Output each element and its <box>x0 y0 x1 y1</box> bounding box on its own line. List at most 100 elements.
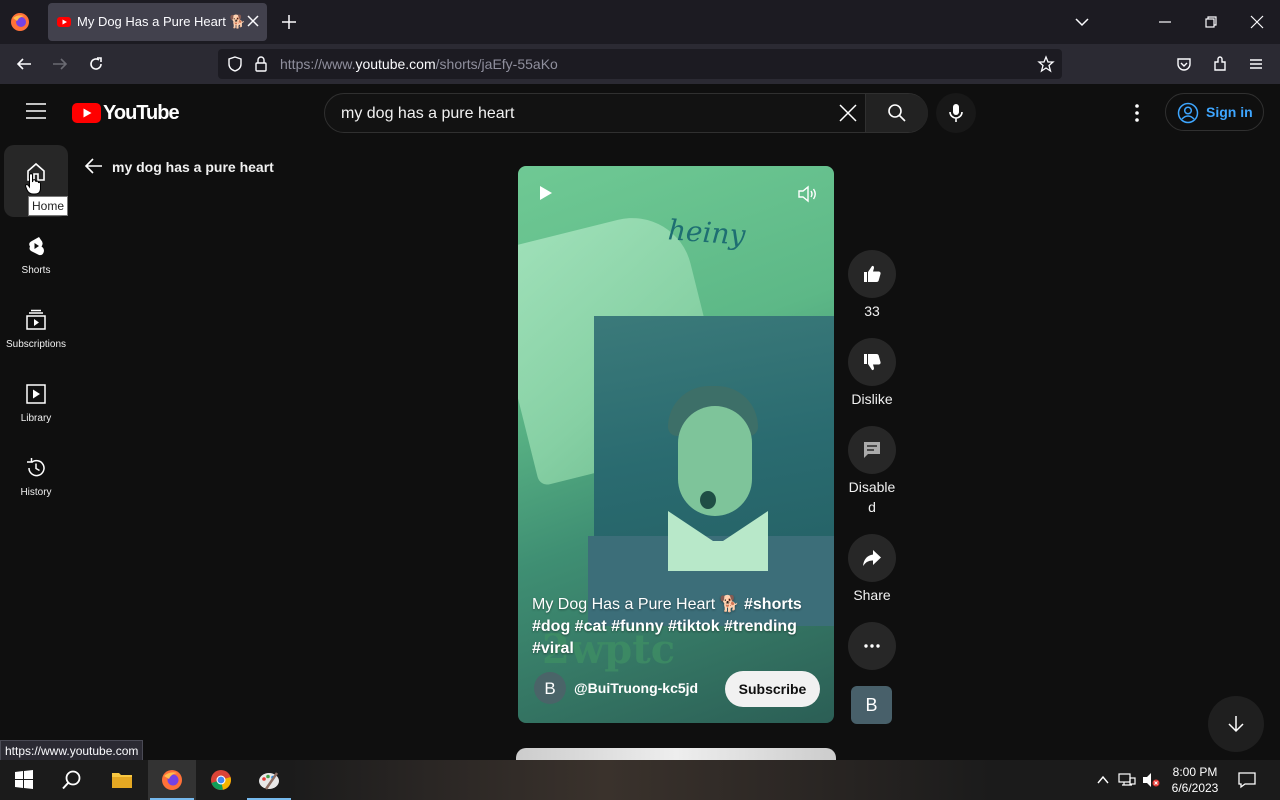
back-icon[interactable] <box>15 55 33 73</box>
guide-item-subscriptions[interactable]: Subscriptions <box>4 293 68 365</box>
thumbs-down-icon <box>864 354 881 371</box>
hand-cursor-icon <box>25 173 41 195</box>
search-query[interactable]: my dog has a pure heart <box>341 105 514 123</box>
lock-icon[interactable] <box>252 55 270 73</box>
more-actions-button[interactable] <box>848 622 896 670</box>
share-button[interactable] <box>848 534 896 582</box>
taskbar-wallpaper-strip <box>290 760 990 800</box>
tray-overflow-icon[interactable] <box>1096 773 1110 787</box>
comments-label: Disable d <box>848 479 896 515</box>
volume-icon[interactable] <box>796 183 818 205</box>
dislike-label: Dislike <box>851 391 893 407</box>
sign-in-label: Sign in <box>1206 104 1253 120</box>
bookmark-star-icon[interactable] <box>1037 55 1055 73</box>
forward-icon[interactable] <box>51 55 69 73</box>
share-label: Share <box>853 587 891 603</box>
short-video-player[interactable]: heiny 2wptc My Dog Has a Pure Heart 🐕 #s… <box>518 166 834 723</box>
volume-muted-icon[interactable] <box>1142 772 1160 788</box>
search-breadcrumb: my dog has a pure heart <box>112 159 274 175</box>
url-text: https://www.youtube.com/shorts/jaEfy-55a… <box>280 56 558 72</box>
search-button[interactable] <box>865 94 928 132</box>
tracking-shield-icon[interactable] <box>226 55 244 73</box>
guide-menu-icon[interactable] <box>26 103 46 119</box>
library-icon <box>25 383 47 405</box>
folder-icon <box>112 773 132 788</box>
comment-icon <box>864 442 880 458</box>
next-video-button[interactable] <box>1208 696 1264 752</box>
tab-title: My Dog Has a Pure Heart 🐕 #shorts <box>77 14 247 29</box>
history-icon <box>25 457 47 479</box>
home-tooltip: Home <box>28 196 69 216</box>
back-to-search[interactable]: my dog has a pure heart <box>84 156 274 176</box>
search-icon <box>62 770 81 790</box>
sign-in-button[interactable]: Sign in <box>1165 93 1264 131</box>
app-menu-icon[interactable] <box>1247 55 1265 73</box>
guide-label-shorts: Shorts <box>21 265 51 276</box>
url-bar[interactable]: https://www.youtube.com/shorts/jaEfy-55a… <box>218 49 1062 79</box>
start-button[interactable] <box>0 760 48 800</box>
clock-date: 6/6/2023 <box>1171 781 1219 795</box>
notifications-icon[interactable] <box>1238 771 1256 789</box>
like-count: 33 <box>864 303 880 319</box>
channel-avatar[interactable]: B <box>534 672 566 704</box>
guide-label-library: Library <box>20 413 52 424</box>
file-explorer-button[interactable] <box>98 760 146 800</box>
firefox-menu-icon[interactable] <box>10 12 30 32</box>
chrome-taskbar-button[interactable] <box>197 760 245 800</box>
windows-icon <box>15 770 33 789</box>
settings-more-icon[interactable] <box>1127 103 1147 123</box>
clock-time: 8:00 PM <box>1172 765 1218 779</box>
play-icon[interactable] <box>538 185 554 201</box>
dislike-button[interactable] <box>848 338 896 386</box>
minimize-icon[interactable] <box>1156 13 1174 31</box>
pocket-icon[interactable] <box>1175 55 1193 73</box>
clear-search-icon[interactable] <box>838 103 858 123</box>
windows-taskbar: 8:00 PM 6/6/2023 <box>0 760 1280 800</box>
channel-handle[interactable]: @BuiTruong-kc5jd <box>574 680 698 696</box>
browser-tab-bar: My Dog Has a Pure Heart 🐕 #shorts <box>0 0 1280 44</box>
voice-search-button[interactable] <box>936 93 976 133</box>
guide-label-history: History <box>20 487 52 498</box>
subscribe-button[interactable]: Subscribe <box>725 671 820 707</box>
search-input[interactable]: my dog has a pure heart <box>324 93 928 133</box>
paint-palette-icon <box>259 772 279 790</box>
microphone-icon <box>949 104 963 122</box>
list-all-tabs-icon[interactable] <box>1073 13 1091 31</box>
comments-button[interactable] <box>848 426 896 474</box>
close-window-icon[interactable] <box>1248 13 1266 31</box>
active-tab[interactable]: My Dog Has a Pure Heart 🐕 #shorts <box>48 3 267 41</box>
share-icon <box>863 550 881 566</box>
taskbar-search-button[interactable] <box>48 760 96 800</box>
firefox-taskbar-button[interactable] <box>148 760 196 800</box>
more-horizontal-icon <box>864 644 880 648</box>
new-tab-icon[interactable] <box>280 13 298 31</box>
youtube-page: YouTube my dog has a pure heart Sign in … <box>0 84 1280 768</box>
network-icon[interactable] <box>1118 772 1136 788</box>
youtube-logo[interactable]: YouTube <box>72 102 180 124</box>
caption-title: My Dog Has a Pure Heart 🐕 <box>532 596 744 613</box>
reload-icon[interactable] <box>87 55 105 73</box>
video-overlay-text: heiny <box>666 213 747 252</box>
video-caption[interactable]: My Dog Has a Pure Heart 🐕 #shorts #dog #… <box>532 594 820 660</box>
guide-item-history[interactable]: History <box>4 441 68 513</box>
youtube-favicon-icon <box>57 15 71 29</box>
thumbs-up-icon <box>864 265 881 282</box>
close-tab-icon[interactable] <box>244 12 262 30</box>
like-button[interactable] <box>848 250 896 298</box>
firefox-icon <box>162 770 182 790</box>
account-icon <box>1177 102 1199 124</box>
extensions-icon[interactable] <box>1211 55 1229 73</box>
restore-icon[interactable] <box>1202 13 1220 31</box>
browser-nav-bar: https://www.youtube.com/shorts/jaEfy-55a… <box>0 44 1280 84</box>
video-frame-mouth <box>700 491 716 509</box>
arrow-left-icon <box>84 158 102 174</box>
search-icon <box>888 104 906 122</box>
guide-item-library[interactable]: Library <box>4 367 68 439</box>
shorts-icon <box>25 235 47 257</box>
paint-taskbar-button[interactable] <box>245 760 293 800</box>
system-clock[interactable]: 8:00 PM 6/6/2023 <box>1168 764 1222 796</box>
guide-label-subscriptions: Subscriptions <box>5 339 67 350</box>
channel-tile[interactable]: B <box>851 686 892 724</box>
guide-item-shorts[interactable]: Shorts <box>4 219 68 291</box>
link-status-bar: https://www.youtube.com <box>0 740 144 762</box>
